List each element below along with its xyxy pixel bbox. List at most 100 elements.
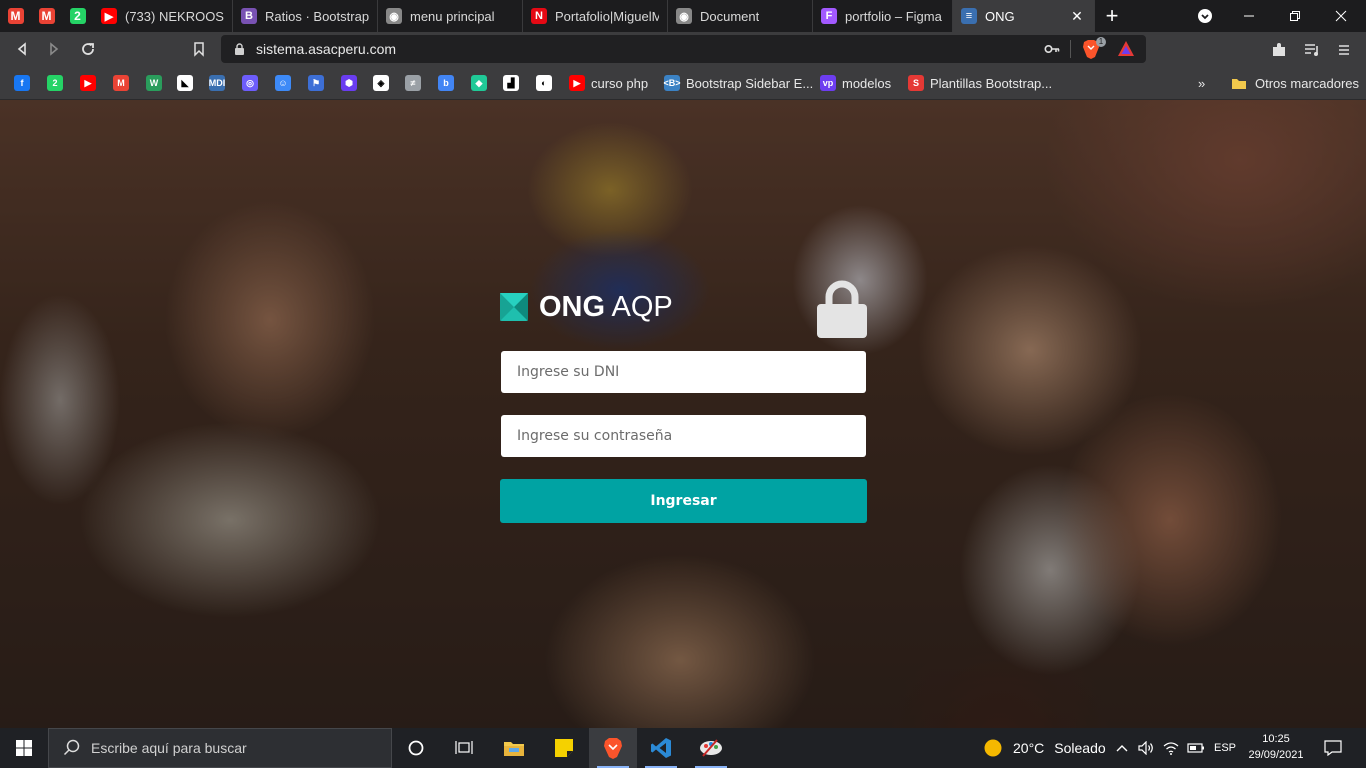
forward-button[interactable] (42, 37, 66, 61)
speaker-icon (1138, 741, 1153, 755)
password-input[interactable] (501, 415, 866, 457)
bookmark-item[interactable]: W (146, 74, 162, 92)
close-window-button[interactable] (1318, 0, 1364, 32)
youtube-icon: ▶ (101, 8, 117, 24)
bootstrap-icon: <B> (664, 75, 681, 91)
key-icon[interactable] (1044, 42, 1060, 56)
brave-rewards-button[interactable] (1117, 40, 1135, 63)
show-hidden-icons-button[interactable] (1115, 728, 1129, 768)
back-button[interactable] (10, 37, 34, 61)
restore-icon (1290, 11, 1300, 21)
bookmark-item[interactable]: ▟ (503, 74, 519, 92)
more-bookmarks-button[interactable]: » (1198, 74, 1205, 92)
language-indicator[interactable]: ESP (1214, 728, 1236, 768)
bookmark-item[interactable]: ⬢ (341, 74, 357, 92)
bookmark-item[interactable]: ☺ (275, 74, 291, 92)
vscode-button[interactable] (637, 728, 685, 768)
tab-title: ONG (985, 8, 1015, 24)
close-tab-button[interactable]: ✕ (1068, 7, 1086, 25)
cortana-icon (408, 740, 424, 756)
new-tab-button[interactable]: + (1095, 0, 1129, 32)
bookmark-item[interactable]: ◎ (242, 74, 258, 92)
network-button[interactable] (1163, 728, 1179, 768)
minimize-button[interactable] (1226, 0, 1272, 32)
bookmark-icon: ◈ (373, 75, 389, 91)
bookmark-item[interactable]: vp modelos (820, 74, 891, 92)
bookmark-item[interactable]: MDI (209, 74, 225, 92)
sticky-notes-button[interactable] (540, 728, 588, 768)
bookmark-item[interactable]: ◆ (471, 74, 487, 92)
brave-browser-button[interactable] (589, 728, 637, 768)
back-arrow-icon (17, 42, 26, 56)
bookmark-item[interactable]: ◈ (373, 74, 389, 92)
bookmark-item[interactable]: S Plantillas Bootstrap... (908, 74, 1052, 92)
bookmark-item[interactable]: ◣ (177, 74, 193, 92)
taskbar-clock[interactable]: 10:25 29/09/2021 (1236, 731, 1316, 763)
pinned-tab[interactable]: 2 (62, 0, 93, 32)
browser-tab[interactable]: B Ratios · Bootstrap v5 (233, 0, 378, 32)
pinned-tab[interactable]: M (31, 0, 62, 32)
start-button[interactable] (0, 728, 48, 768)
bookmark-item[interactable]: ◐ (536, 74, 552, 92)
folder-icon (1232, 79, 1246, 89)
brave-shields-button[interactable]: 1 (1082, 37, 1106, 64)
login-button[interactable]: Ingresar (500, 479, 867, 523)
bookmark-item[interactable]: ▶ (80, 74, 96, 92)
cortana-button[interactable] (392, 728, 440, 768)
clock-time: 10:25 (1262, 733, 1290, 745)
paint-app-button[interactable] (687, 728, 735, 768)
task-view-icon (455, 741, 473, 754)
flag-icon: ⚑ (308, 75, 324, 91)
restore-button[interactable] (1272, 0, 1318, 32)
background-overlay (0, 100, 1366, 728)
url-text: sistema.asacperu.com (256, 41, 397, 57)
search-placeholder: Escribe aquí para buscar (91, 740, 247, 756)
browser-menu-button[interactable] (1335, 41, 1353, 59)
browser-tab[interactable]: ≡ ONG ✕ (953, 0, 1095, 32)
bookmark-item[interactable]: ≠ (405, 74, 421, 92)
language-label: ESP (1214, 742, 1237, 754)
browser-toolbar: sistema.asacperu.com 1 (0, 32, 1366, 66)
ong-logo-icon (500, 293, 528, 321)
dni-input[interactable] (501, 351, 866, 393)
brand-logo: ONG AQP (500, 292, 673, 322)
tab-search-button[interactable] (1182, 0, 1228, 32)
brand-name-light: AQP (611, 291, 673, 323)
browser-tab[interactable]: Fportfolio – Figma (813, 0, 953, 32)
bookmark-page-button[interactable] (187, 37, 211, 61)
extensions-button[interactable] (1270, 41, 1288, 59)
volume-button[interactable] (1138, 728, 1154, 768)
weather-widget[interactable]: 20°C Soleado (984, 728, 1106, 768)
mdi-icon: MDI (209, 75, 225, 91)
taskbar-search[interactable]: Escribe aquí para buscar (48, 728, 392, 768)
other-bookmarks-folder[interactable]: Otros marcadores (1231, 74, 1359, 92)
windows-logo-icon (16, 740, 32, 756)
globe-icon: ◉ (386, 8, 402, 24)
file-explorer-button[interactable] (490, 728, 538, 768)
brand-name-bold: ONG (539, 291, 606, 323)
bookmark-item[interactable]: 2 (47, 74, 63, 92)
gmail-icon: M (113, 75, 129, 91)
media-controls-button[interactable] (1303, 41, 1321, 59)
bookmark-item[interactable]: M (113, 74, 129, 92)
bookmark-item[interactable]: f (14, 74, 30, 92)
tab-title: Document (700, 8, 760, 24)
chevron-down-icon (1198, 9, 1212, 23)
minimize-icon (1244, 15, 1254, 17)
pinned-tabs: MM2 (0, 0, 93, 32)
battery-button[interactable] (1187, 728, 1205, 768)
bookmark-item[interactable]: ▶ curso php (569, 74, 648, 92)
notifications-button[interactable] (1324, 728, 1342, 768)
browser-tab[interactable]: ◉ menu principal (378, 0, 523, 32)
bookmark-item[interactable]: ⚑ (308, 74, 324, 92)
reload-button[interactable] (76, 37, 100, 61)
browser-tab[interactable]: ◉ Document (668, 0, 813, 32)
address-bar[interactable]: sistema.asacperu.com 1 (221, 35, 1146, 63)
browser-tab[interactable]: N Portafolio|MiguelMe (523, 0, 668, 32)
bookmark-item[interactable]: b (438, 74, 454, 92)
pinned-tab[interactable]: M (0, 0, 31, 32)
browser-tab[interactable]: ▶ (733) NEKROOS (93, 0, 233, 32)
task-view-button[interactable] (440, 728, 488, 768)
bookmark-item[interactable]: <B> Bootstrap Sidebar E... (664, 74, 813, 92)
tab-title: Ratios · Bootstrap v5 (265, 8, 369, 24)
